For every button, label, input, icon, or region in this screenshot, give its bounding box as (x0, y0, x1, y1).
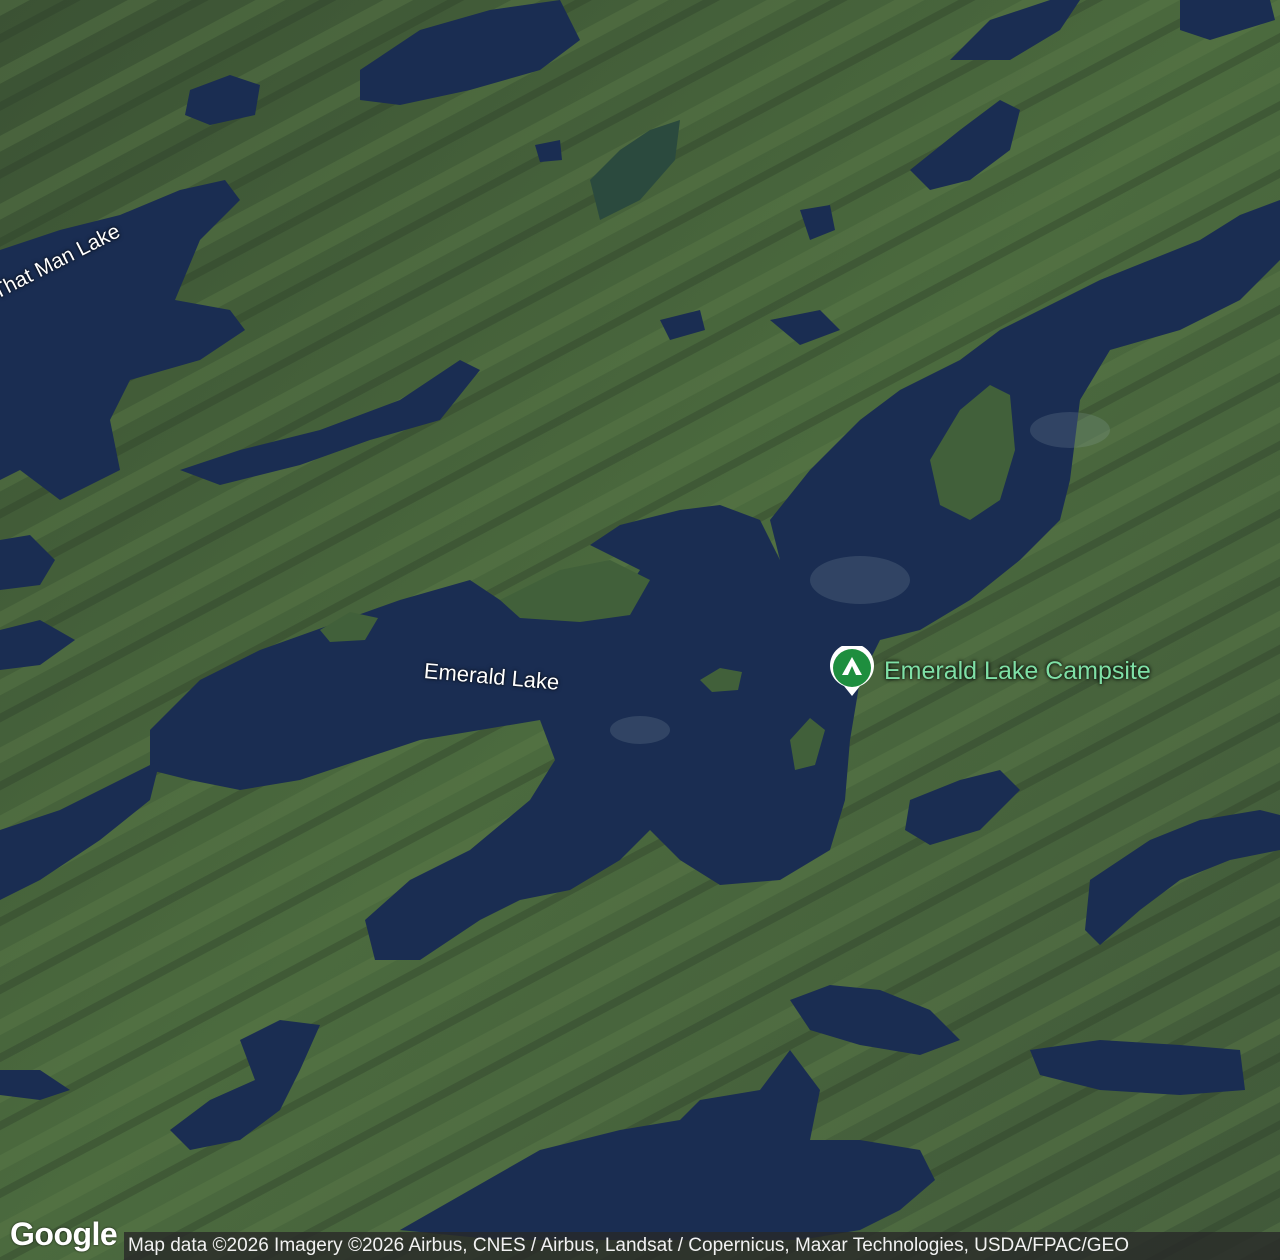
map-attribution[interactable]: Map data ©2026 Imagery ©2026 Airbus, CNE… (124, 1232, 1280, 1260)
satellite-imagery (0, 0, 1280, 1260)
satellite-map[interactable]: That Man Lake Emerald Lake Emerald Lake … (0, 0, 1280, 1260)
campsite-label[interactable]: Emerald Lake Campsite (884, 657, 1151, 686)
campsite-icon (830, 643, 874, 696)
google-logo: Google (10, 1216, 118, 1252)
campsite-marker[interactable] (829, 643, 875, 698)
